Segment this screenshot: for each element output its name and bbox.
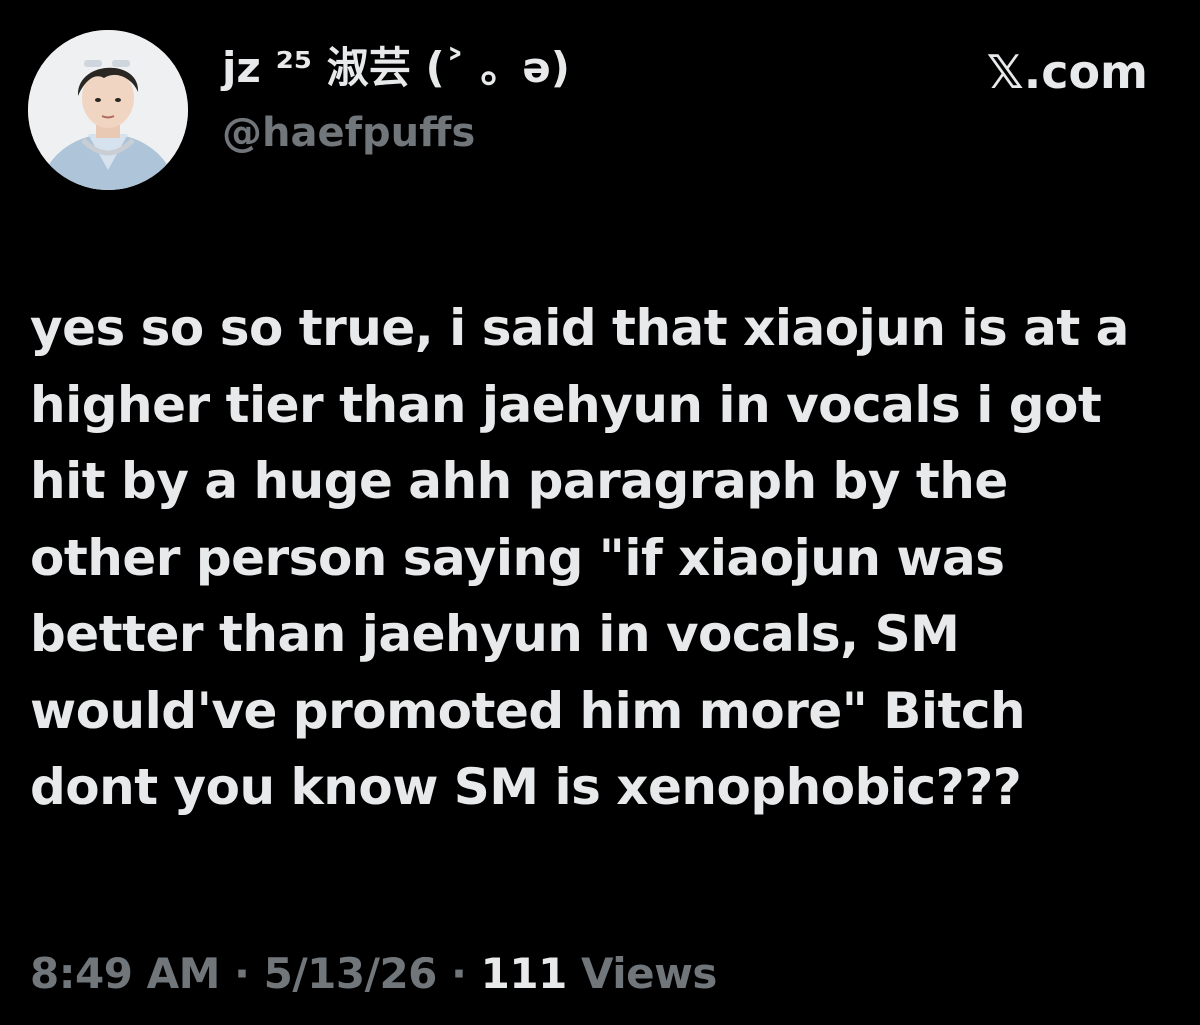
tweet-date[interactable]: 5/13/26 [264, 949, 438, 998]
tweet-text: yes so so true, i said that xiaojun is a… [30, 299, 1129, 816]
meta-separator: · [234, 949, 250, 998]
author-display-name[interactable]: jz ²⁵ 淑芸 (˃ 。ə) [222, 40, 570, 96]
tweet-card: jz ²⁵ 淑芸 (˃ 。ə) @haefpuffs 𝕏.com yes so … [0, 0, 1200, 1025]
tweet-meta: 8:49 AM · 5/13/26 · 111 Views [30, 944, 717, 1004]
author-avatar[interactable] [28, 30, 188, 190]
tweet-time[interactable]: 8:49 AM [30, 949, 220, 998]
x-com-source-label: 𝕏.com [986, 45, 1148, 99]
views-label[interactable]: Views [581, 949, 717, 998]
meta-separator: · [451, 949, 467, 998]
avatar-photo-icon [28, 30, 188, 190]
views-count[interactable]: 111 [481, 949, 568, 998]
author-handle[interactable]: @haefpuffs [222, 108, 475, 158]
